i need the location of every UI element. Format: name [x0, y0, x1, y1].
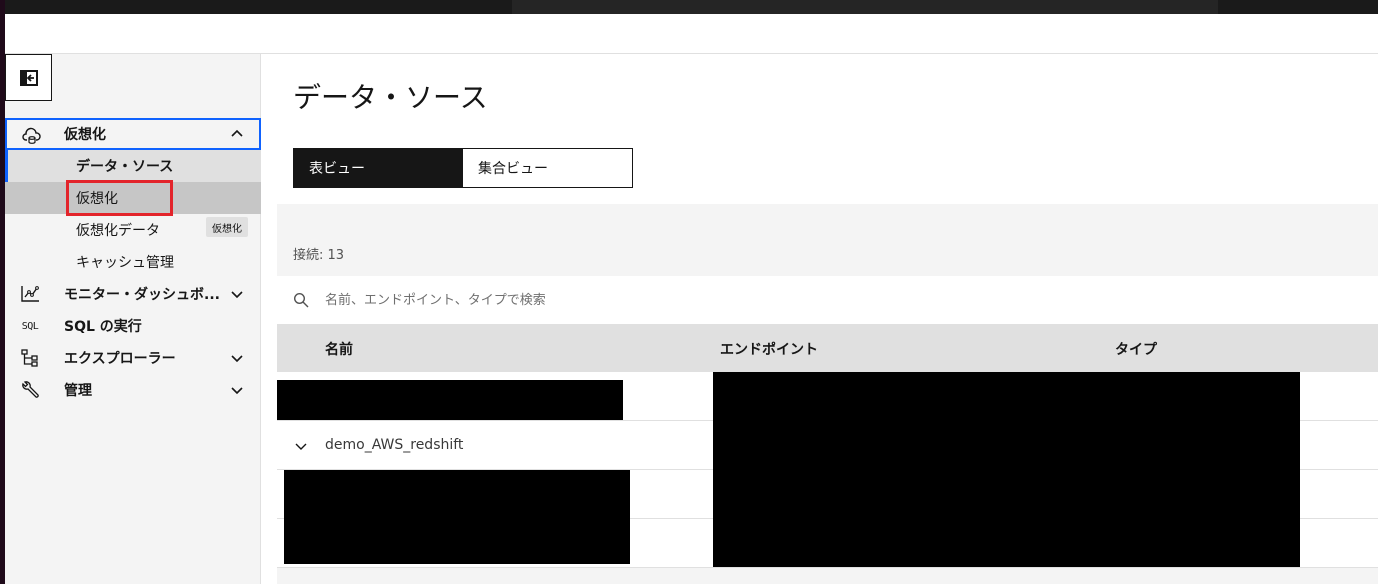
browser-tabbar [0, 0, 1378, 14]
aggregate-view-button[interactable]: 集合ビュー [463, 148, 633, 188]
redaction-block [277, 380, 623, 420]
table-view-button[interactable]: 表ビュー [293, 148, 463, 188]
row-name: demo_AWS_redshift [325, 437, 464, 453]
search-icon [293, 292, 309, 308]
wrench-icon [19, 380, 41, 400]
tab-segment [512, 0, 1218, 14]
nav-group-label: モニター・ダッシュボ... [64, 287, 220, 303]
sidebar-item-label: キャッシュ管理 [76, 255, 174, 271]
side-navigation: 仮想化 データ・ソース 仮想化 仮想化データ キャッシュ管理 仮想化 モニター・… [5, 54, 261, 584]
table-header: 名前 エンドポイント タイプ [277, 324, 1378, 372]
app-window: 仮想化 データ・ソース 仮想化 仮想化データ キャッシュ管理 仮想化 モニター・… [0, 0, 1378, 584]
page-title: データ・ソース [293, 81, 488, 114]
chart-line-icon [19, 284, 41, 304]
column-header-endpoint[interactable]: エンドポイント [720, 339, 818, 359]
app-header [5, 14, 1378, 54]
cloud-data-icon [21, 126, 43, 146]
column-header-name[interactable]: 名前 [325, 339, 353, 359]
tooltip: 仮想化 [206, 217, 248, 237]
nav-group-label: エクスプローラー [64, 351, 176, 367]
sidebar-item-virtualization[interactable]: 仮想化 [5, 182, 261, 214]
sidebar-item-label: 仮想化データ [76, 223, 160, 239]
nav-group-administration[interactable]: 管理 [5, 374, 261, 406]
chevron-down-icon [231, 387, 243, 395]
redaction-block [284, 470, 630, 564]
nav-item-run-sql[interactable]: SQL SQL の実行 [5, 310, 261, 342]
chevron-up-icon [231, 129, 243, 137]
main-content: データ・ソース 表ビュー 集合ビュー 接続: 13 名前 エンドポイント タイプ… [261, 54, 1378, 584]
nav-group-explorer[interactable]: エクスプローラー [5, 342, 261, 374]
sidebar-item-label: データ・ソース [76, 159, 174, 175]
sidebar-item-data-sources[interactable]: データ・ソース [5, 150, 261, 182]
collapse-sidebar-button[interactable] [5, 54, 52, 101]
data-table-container: 接続: 13 名前 エンドポイント タイプ demo_AWS_redshift [277, 204, 1378, 584]
view-switcher: 表ビュー 集合ビュー [293, 148, 633, 188]
connection-count: 接続: 13 [293, 248, 345, 263]
nav-group-label: 仮想化 [64, 127, 106, 143]
chevron-down-icon [231, 291, 243, 299]
panel-collapse-icon [19, 69, 38, 86]
sidebar-item-cache-management[interactable]: キャッシュ管理 [5, 246, 261, 278]
nav-group-virtualization[interactable]: 仮想化 [5, 118, 261, 150]
column-header-type[interactable]: タイプ [1115, 339, 1157, 359]
tree-view-icon [19, 348, 41, 368]
search-input[interactable] [325, 288, 1325, 312]
redaction-block [713, 372, 1300, 567]
sidebar-item-label: 仮想化 [76, 191, 118, 207]
sql-icon: SQL [21, 320, 39, 332]
chevron-down-icon [231, 355, 243, 363]
table-search [277, 276, 1378, 324]
nav-group-label: 管理 [64, 383, 92, 399]
nav-group-monitor-dashboard[interactable]: モニター・ダッシュボ... [5, 278, 261, 310]
chevron-down-icon[interactable] [293, 438, 309, 454]
nav-item-label: SQL の実行 [64, 319, 142, 335]
